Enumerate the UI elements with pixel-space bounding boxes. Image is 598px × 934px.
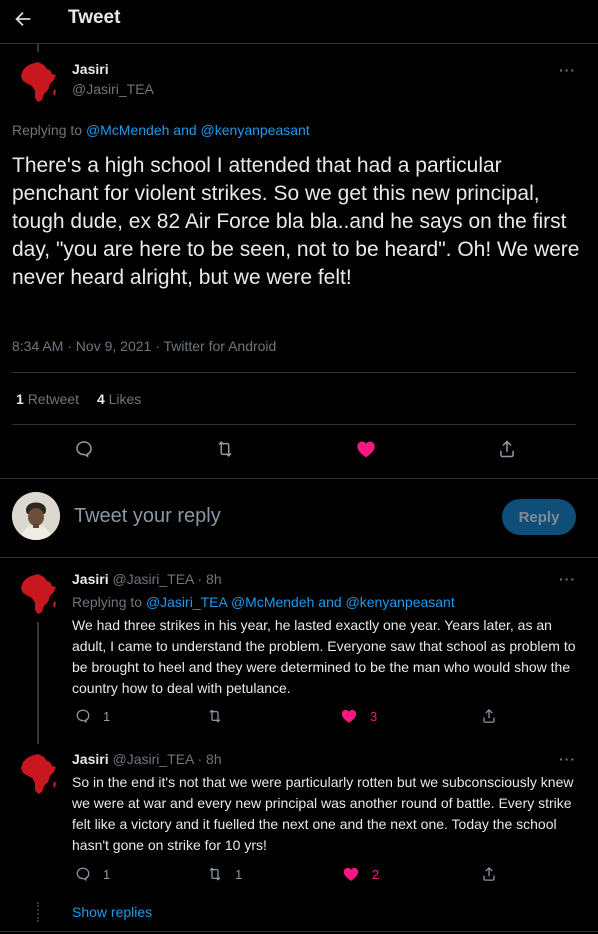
reply1-more-options-icon[interactable]: ··· <box>559 571 576 587</box>
likes-count: 4 <box>96 391 105 407</box>
reply2-author-name[interactable]: Jasiri <box>72 751 109 767</box>
stats-divider-top <box>12 372 576 373</box>
reply2-more-options-icon[interactable]: ··· <box>559 751 576 767</box>
reply2-retweet-icon <box>209 867 221 881</box>
reply-thread-line <box>37 622 39 744</box>
reply1-replying-to: Replying to @Jasiri_TEA @McMendeh and @k… <box>72 594 455 610</box>
reply1-reply-action[interactable]: 1 <box>74 707 110 725</box>
share-icon[interactable] <box>496 438 518 465</box>
reply2-like-action[interactable]: 2 <box>342 865 379 883</box>
reply2-retweet-action[interactable]: 1 <box>206 865 242 883</box>
reply1-header: Jasiri @Jasiri_TEA · 8h <box>72 571 222 587</box>
replying-to-line: Replying to @McMendeh and @kenyanpeasant <box>12 122 310 138</box>
thread-line <box>37 44 39 52</box>
reply1-author-name[interactable]: Jasiri <box>72 571 109 587</box>
reply2-header: Jasiri @Jasiri_TEA · 8h <box>72 751 222 767</box>
reply1-retweet-icon <box>209 709 221 723</box>
reply1-replying-to-label: Replying to <box>72 594 146 610</box>
author-handle[interactable]: @Jasiri_TEA <box>72 81 154 97</box>
header-bar: Tweet <box>0 0 598 40</box>
reply1-reply-count: 1 <box>103 708 111 724</box>
stats-row: 1 Retweet 4 Likes <box>16 391 141 407</box>
reply1-replying-to-mentions[interactable]: @Jasiri_TEA @McMendeh and @kenyanpeasant <box>146 594 455 610</box>
user-portrait-icon <box>12 492 60 540</box>
reply1-reply-icon <box>76 709 90 724</box>
retweet-stat[interactable]: 1 Retweet <box>16 391 83 407</box>
likes-stat[interactable]: 4 Likes <box>97 391 141 407</box>
tweet-reply-input[interactable]: Tweet your reply <box>74 505 221 528</box>
reply1-like-action[interactable]: 3 <box>340 707 377 725</box>
like-heart-icon[interactable] <box>355 438 377 465</box>
back-arrow-icon[interactable] <box>12 8 34 30</box>
reply2-text: So in the end it's not that we were part… <box>72 774 574 853</box>
reply-icon[interactable] <box>73 438 95 465</box>
retweet-icon[interactable] <box>214 438 236 465</box>
page-title: Tweet <box>68 7 121 28</box>
reply1-retweet-action[interactable] <box>206 707 235 725</box>
reply2-share-icon[interactable] <box>480 865 498 888</box>
reply2-reply-action[interactable]: 1 <box>74 865 110 883</box>
more-options-icon[interactable]: ··· <box>559 62 576 78</box>
reply1-avatar-africa-icon[interactable] <box>14 570 62 618</box>
actions-divider <box>0 478 598 479</box>
reply2-reply-icon <box>76 867 90 882</box>
reply1-like-count: 3 <box>370 708 378 724</box>
retweet-label: Retweet <box>27 391 80 407</box>
reply2-like-count: 2 <box>372 866 380 882</box>
reply2-retweet-count: 1 <box>235 866 243 882</box>
reply1-author-meta[interactable]: @Jasiri_TEA · 8h <box>112 571 221 587</box>
replying-to-mentions[interactable]: @McMendeh and @kenyanpeasant <box>86 122 310 138</box>
retweet-count: 1 <box>16 391 24 407</box>
reply2-author-meta[interactable]: @Jasiri_TEA · 8h <box>112 751 221 767</box>
header-divider <box>0 43 598 44</box>
reply2-avatar-africa-icon[interactable] <box>14 750 62 798</box>
dotted-thread-connector <box>37 902 39 922</box>
stats-divider-bottom <box>12 424 576 425</box>
reply-button-label: Reply <box>518 508 560 526</box>
author-avatar-africa-icon[interactable] <box>14 58 62 106</box>
reply1-like-heart-icon <box>341 709 357 723</box>
reply-button[interactable]: Reply <box>502 499 576 535</box>
tweet-text: There's a high school I attended that ha… <box>12 154 580 289</box>
bottom-divider <box>0 931 598 932</box>
reply1-share-icon[interactable] <box>480 707 498 730</box>
reply2-like-heart-icon <box>343 867 359 881</box>
reply2-reply-count: 1 <box>103 866 111 882</box>
tweet-timestamp[interactable]: 8:34 AM · Nov 9, 2021 · Twitter for Andr… <box>12 338 276 354</box>
likes-label: Likes <box>108 391 142 407</box>
reply1-text: We had three strikes in his year, he las… <box>72 617 576 696</box>
author-name[interactable]: Jasiri <box>72 61 109 77</box>
replying-to-label: Replying to <box>12 122 86 138</box>
composer-avatar[interactable] <box>12 492 60 540</box>
composer-divider <box>0 557 598 558</box>
show-replies-link[interactable]: Show replies <box>72 904 152 920</box>
